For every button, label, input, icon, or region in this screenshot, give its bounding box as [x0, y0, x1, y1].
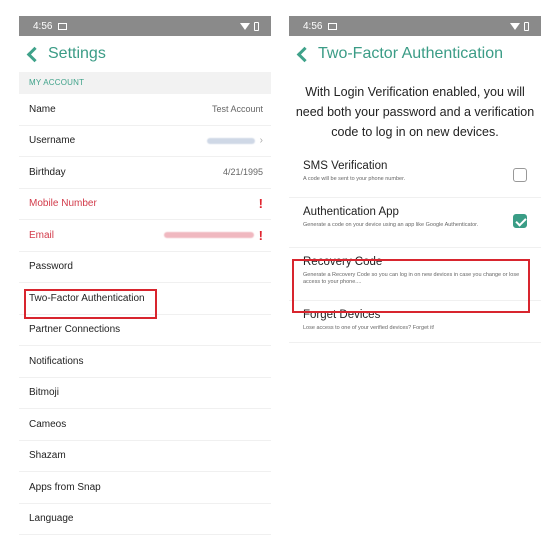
row-value: 4/21/1995	[222, 167, 263, 178]
settings-row-language[interactable]: Language	[19, 504, 271, 535]
option-desc: A code will be sent to your phone number…	[303, 176, 406, 182]
page-title: Two-Factor Authentication	[318, 45, 503, 62]
row-label: Bitmoji	[29, 387, 60, 399]
mail-icon	[328, 22, 338, 30]
back-chevron-icon[interactable]	[296, 46, 313, 62]
row-label: Cameos	[29, 418, 67, 430]
status-time: 4:56	[33, 20, 53, 32]
row-label: Notifications	[29, 355, 84, 367]
intro-text: With Login Verification enabled, you wil…	[295, 85, 535, 139]
settings-row-shazam[interactable]: Shazam	[19, 441, 271, 472]
settings-row-username[interactable]: Username ›	[19, 126, 271, 157]
row-label: Shazam	[29, 450, 66, 462]
row-label: Name	[29, 103, 56, 115]
status-bar: 4:56	[19, 16, 271, 36]
status-time: 4:56	[303, 20, 323, 32]
settings-row-mobile-number[interactable]: Mobile Number !	[19, 189, 271, 220]
chevron-right-icon: ›	[259, 135, 263, 147]
row-value: Test Account	[211, 104, 263, 115]
settings-row-bitmoji[interactable]: Bitmoji	[19, 378, 271, 409]
row-label: Mobile Number	[29, 198, 97, 210]
redacted-username	[206, 137, 255, 144]
status-bar: 4:56	[289, 16, 541, 36]
settings-row-cameos[interactable]: Cameos	[19, 409, 271, 441]
settings-row-name[interactable]: Name Test Account	[19, 94, 271, 126]
battery-icon	[254, 21, 259, 31]
row-label: Email	[29, 229, 55, 241]
back-chevron-icon[interactable]	[26, 46, 43, 62]
row-label: Password	[29, 261, 73, 273]
highlight-recovery-code	[292, 259, 530, 313]
sms-checkbox[interactable]	[513, 168, 527, 182]
settings-row-birthday[interactable]: Birthday 4/21/1995	[19, 157, 271, 189]
header: Two-Factor Authentication	[289, 36, 541, 72]
warning-icon: !	[258, 196, 263, 212]
row-label: Apps from Snap	[29, 481, 101, 493]
option-sms-verification[interactable]: SMS Verification A code will be sent to …	[289, 152, 541, 198]
settings-row-password[interactable]: Password	[19, 252, 271, 283]
row-label: Language	[29, 513, 74, 525]
option-authentication-app[interactable]: Authentication App Generate a code on yo…	[289, 198, 541, 248]
row-label: Partner Connections	[29, 324, 121, 336]
wifi-icon	[240, 22, 250, 30]
warning-icon: !	[258, 227, 263, 243]
option-desc: Generate a code on your device using an …	[303, 222, 479, 228]
row-label: Birthday	[29, 166, 66, 178]
auth-app-checkbox[interactable]	[513, 214, 527, 228]
page-title: Settings	[48, 45, 106, 62]
redacted-email	[163, 232, 254, 239]
option-title: Authentication App	[303, 206, 399, 218]
section-header: MY ACCOUNT	[19, 72, 271, 94]
wifi-icon	[510, 22, 520, 30]
option-desc: Lose access to one of your verified devi…	[303, 325, 435, 331]
settings-row-email[interactable]: Email !	[19, 220, 271, 252]
settings-row-partner-connections[interactable]: Partner Connections	[19, 315, 271, 346]
mail-icon	[58, 22, 68, 30]
option-title: SMS Verification	[303, 160, 388, 172]
settings-row-notifications[interactable]: Notifications	[19, 346, 271, 378]
battery-icon	[524, 21, 529, 31]
row-label: Username	[29, 135, 76, 147]
header: Settings	[19, 36, 271, 72]
highlight-two-factor	[24, 289, 157, 319]
settings-row-apps-from-snap[interactable]: Apps from Snap	[19, 472, 271, 504]
settings-screen: 4:56 Settings MY ACCOUNT Name Test Accou…	[19, 16, 271, 544]
